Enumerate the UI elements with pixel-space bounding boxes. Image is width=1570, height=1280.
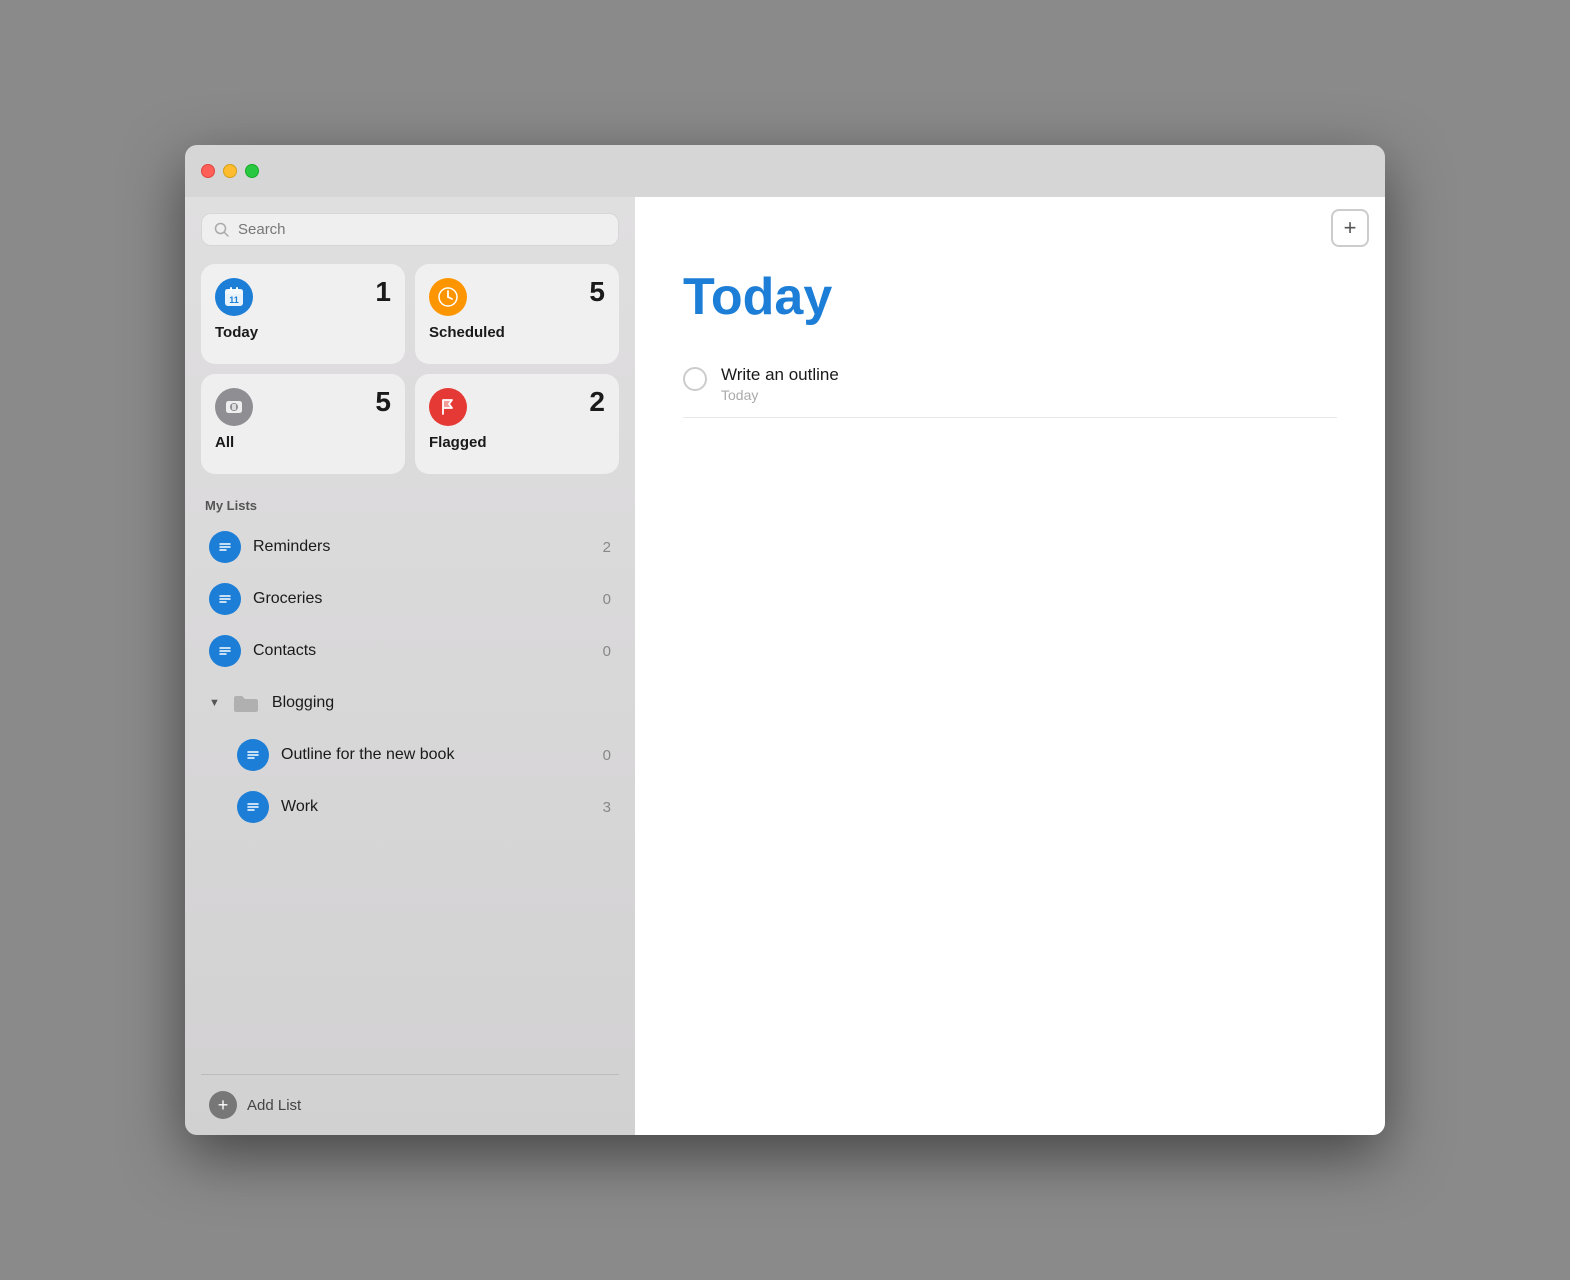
task-title: Write an outline [721, 365, 839, 385]
table-row: Write an outline Today [683, 351, 1337, 418]
chevron-down-icon: ▼ [209, 697, 220, 709]
search-icon [214, 222, 230, 238]
plus-icon: + [1344, 217, 1357, 239]
task-checkbox[interactable] [683, 367, 707, 391]
groceries-icon [209, 583, 241, 615]
list-item-contacts[interactable]: Contacts 0 [201, 625, 619, 677]
folder-icon [230, 687, 262, 719]
maximize-button[interactable] [245, 164, 259, 178]
all-label: All [215, 434, 391, 451]
contacts-icon [209, 635, 241, 667]
detail-header: + [635, 197, 1385, 259]
work-icon [237, 791, 269, 823]
outline-label: Outline for the new book [281, 746, 591, 764]
my-lists-header: My Lists [201, 498, 619, 513]
list-items: Reminders 2 Groceries 0 [201, 521, 619, 1074]
add-task-button[interactable]: + [1331, 209, 1369, 247]
groceries-count: 0 [603, 591, 611, 608]
detail-title: Today [635, 259, 1385, 351]
contacts-label: Contacts [253, 642, 591, 660]
smart-list-today[interactable]: 11 1 Today [201, 264, 405, 364]
flagged-count: 2 [589, 388, 605, 416]
flagged-icon [429, 388, 467, 426]
smart-lists-grid: 11 1 Today [201, 264, 619, 474]
search-bar[interactable]: Search [201, 213, 619, 246]
add-list-label: Add List [247, 1097, 301, 1114]
smart-list-all[interactable]: 5 All [201, 374, 405, 474]
list-item-outline[interactable]: Outline for the new book 0 [201, 729, 619, 781]
group-blogging-label: Blogging [272, 694, 611, 712]
close-button[interactable] [201, 164, 215, 178]
reminders-label: Reminders [253, 538, 591, 556]
list-item-groceries[interactable]: Groceries 0 [201, 573, 619, 625]
outline-icon [237, 739, 269, 771]
work-count: 3 [603, 799, 611, 816]
add-icon: + [209, 1091, 237, 1119]
task-subtitle: Today [721, 387, 839, 403]
outline-count: 0 [603, 747, 611, 764]
sidebar: Search 11 [185, 197, 635, 1135]
today-icon: 11 [215, 278, 253, 316]
title-bar [185, 145, 1385, 197]
app-window: Search 11 [185, 145, 1385, 1135]
all-icon [215, 388, 253, 426]
today-count: 1 [375, 278, 391, 306]
scheduled-label: Scheduled [429, 324, 605, 341]
task-info: Write an outline Today [721, 365, 839, 403]
reminders-icon [209, 531, 241, 563]
scheduled-icon [429, 278, 467, 316]
reminders-count: 2 [603, 539, 611, 556]
search-placeholder: Search [238, 221, 286, 238]
smart-list-scheduled[interactable]: 5 Scheduled [415, 264, 619, 364]
groceries-label: Groceries [253, 590, 591, 608]
smart-list-flagged[interactable]: 2 Flagged [415, 374, 619, 474]
contacts-count: 0 [603, 643, 611, 660]
list-item-reminders[interactable]: Reminders 2 [201, 521, 619, 573]
group-blogging[interactable]: ▼ Blogging [201, 677, 619, 729]
minimize-button[interactable] [223, 164, 237, 178]
add-list-button[interactable]: + Add List [201, 1074, 619, 1135]
svg-text:11: 11 [229, 295, 239, 305]
detail-pane: + Today Write an outline Today [635, 197, 1385, 1135]
today-label: Today [215, 324, 391, 341]
all-count: 5 [375, 388, 391, 416]
task-list: Write an outline Today [635, 351, 1385, 418]
scheduled-count: 5 [589, 278, 605, 306]
flagged-label: Flagged [429, 434, 605, 451]
work-label: Work [281, 798, 591, 816]
traffic-lights [201, 164, 259, 178]
main-content: Search 11 [185, 197, 1385, 1135]
list-item-work[interactable]: Work 3 [201, 781, 619, 833]
